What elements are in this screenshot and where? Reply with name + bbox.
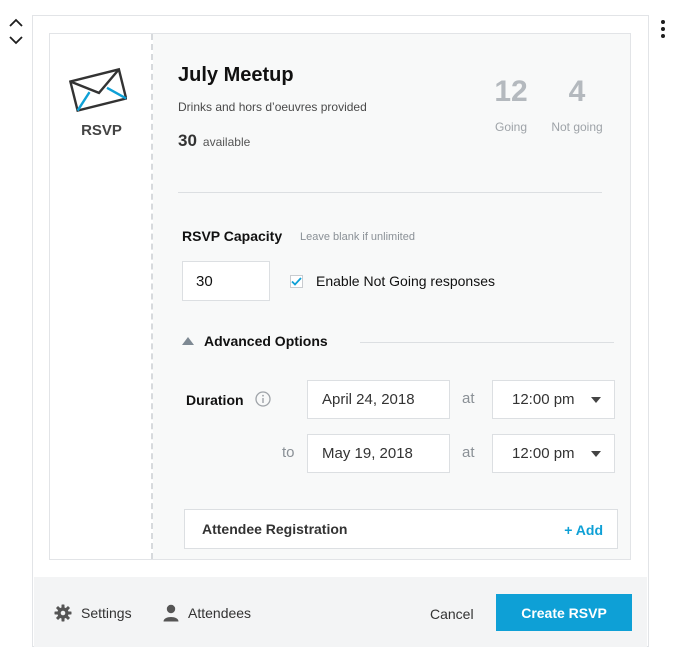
attendees-button[interactable]: Attendees xyxy=(163,604,251,622)
envelope-icon xyxy=(69,67,127,112)
available-label: available xyxy=(202,135,251,149)
more-options-button[interactable] xyxy=(654,18,672,40)
attendee-registration-box: Attendee Registration + Add xyxy=(184,509,618,549)
kebab-dot xyxy=(661,27,665,31)
not-going-checkbox[interactable] xyxy=(290,275,303,288)
capacity-input[interactable] xyxy=(182,261,270,301)
attendees-label: Attendees xyxy=(188,605,252,621)
chevron-down-icon xyxy=(591,397,601,403)
going-count: 12 xyxy=(494,75,528,108)
settings-label: Settings xyxy=(81,605,132,621)
event-description[interactable]: Drinks and hors d’oeuvres provided xyxy=(178,100,367,114)
rsvp-sidebar: RSVP xyxy=(50,34,153,559)
not-going-label: Not going xyxy=(551,120,603,134)
add-registration-button[interactable]: + Add xyxy=(564,522,603,538)
rsvp-label: RSVP xyxy=(81,122,122,139)
advanced-divider xyxy=(360,342,614,343)
block-footer: Settings Attendees Cancel Create RSVP xyxy=(34,577,647,647)
triangle-up-icon xyxy=(182,337,194,345)
kebab-dot xyxy=(661,20,665,24)
end-date-input[interactable]: May 19, 2018 xyxy=(307,434,450,473)
rsvp-content: July Meetup Drinks and hors d’oeuvres pr… xyxy=(154,34,630,559)
chevron-down-icon xyxy=(591,451,601,457)
create-rsvp-button[interactable]: Create RSVP xyxy=(496,594,632,631)
advanced-options-toggle[interactable]: Advanced Options xyxy=(182,333,328,349)
chevron-down-icon xyxy=(9,35,23,44)
capacity-hint: Leave blank if unlimited xyxy=(300,231,415,243)
available-count: 30 xyxy=(178,131,197,150)
not-going-stat: 4 Not going xyxy=(545,75,609,135)
info-icon[interactable] xyxy=(255,391,271,407)
cancel-button[interactable]: Cancel xyxy=(430,606,474,622)
attendee-registration-title: Attendee Registration xyxy=(202,521,348,537)
event-title[interactable]: July Meetup xyxy=(178,64,294,87)
start-time-value: 12:00 pm xyxy=(512,391,575,408)
availability: 30 available xyxy=(178,131,250,151)
to-label: to xyxy=(282,444,295,461)
block-mover xyxy=(6,14,26,48)
rsvp-block: RSVP July Meetup Drinks and hors d’oeuvr… xyxy=(32,15,649,647)
end-time-select[interactable]: 12:00 pm xyxy=(492,434,615,473)
move-down-button[interactable] xyxy=(6,32,26,48)
going-label: Going xyxy=(494,120,528,134)
move-up-button[interactable] xyxy=(6,14,26,30)
start-time-select[interactable]: 12:00 pm xyxy=(492,380,615,419)
end-time-value: 12:00 pm xyxy=(512,445,575,462)
start-date-input[interactable]: April 24, 2018 xyxy=(307,380,450,419)
going-stat: 12 Going xyxy=(487,75,535,135)
divider xyxy=(178,192,602,193)
at-label: at xyxy=(462,444,475,461)
capacity-title: RSVP Capacity xyxy=(182,228,283,244)
advanced-options-label: Advanced Options xyxy=(204,333,328,349)
not-going-checkbox-label[interactable]: Enable Not Going responses xyxy=(316,273,495,289)
person-icon xyxy=(163,604,179,622)
duration-label: Duration xyxy=(186,392,244,408)
kebab-dot xyxy=(661,34,665,38)
settings-button[interactable]: Settings xyxy=(54,604,132,622)
gear-icon xyxy=(54,604,72,622)
rsvp-card: RSVP July Meetup Drinks and hors d’oeuvr… xyxy=(49,33,631,560)
not-going-count: 4 xyxy=(568,75,586,108)
chevron-up-icon xyxy=(9,18,23,27)
checkmark-icon xyxy=(291,277,302,286)
at-label: at xyxy=(462,390,475,407)
